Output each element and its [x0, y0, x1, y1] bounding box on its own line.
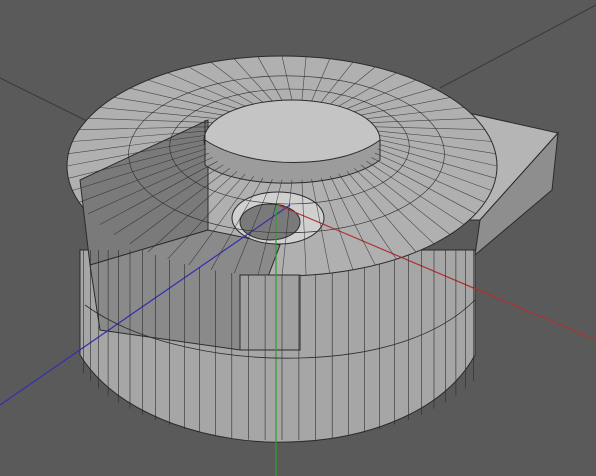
3d-viewport[interactable] — [0, 0, 596, 476]
slot-face — [239, 274, 301, 351]
scene-svg — [0, 4, 596, 476]
inner-hole-depth — [239, 203, 301, 241]
grid-line — [0, 77, 96, 126]
grid-line — [439, 4, 596, 89]
